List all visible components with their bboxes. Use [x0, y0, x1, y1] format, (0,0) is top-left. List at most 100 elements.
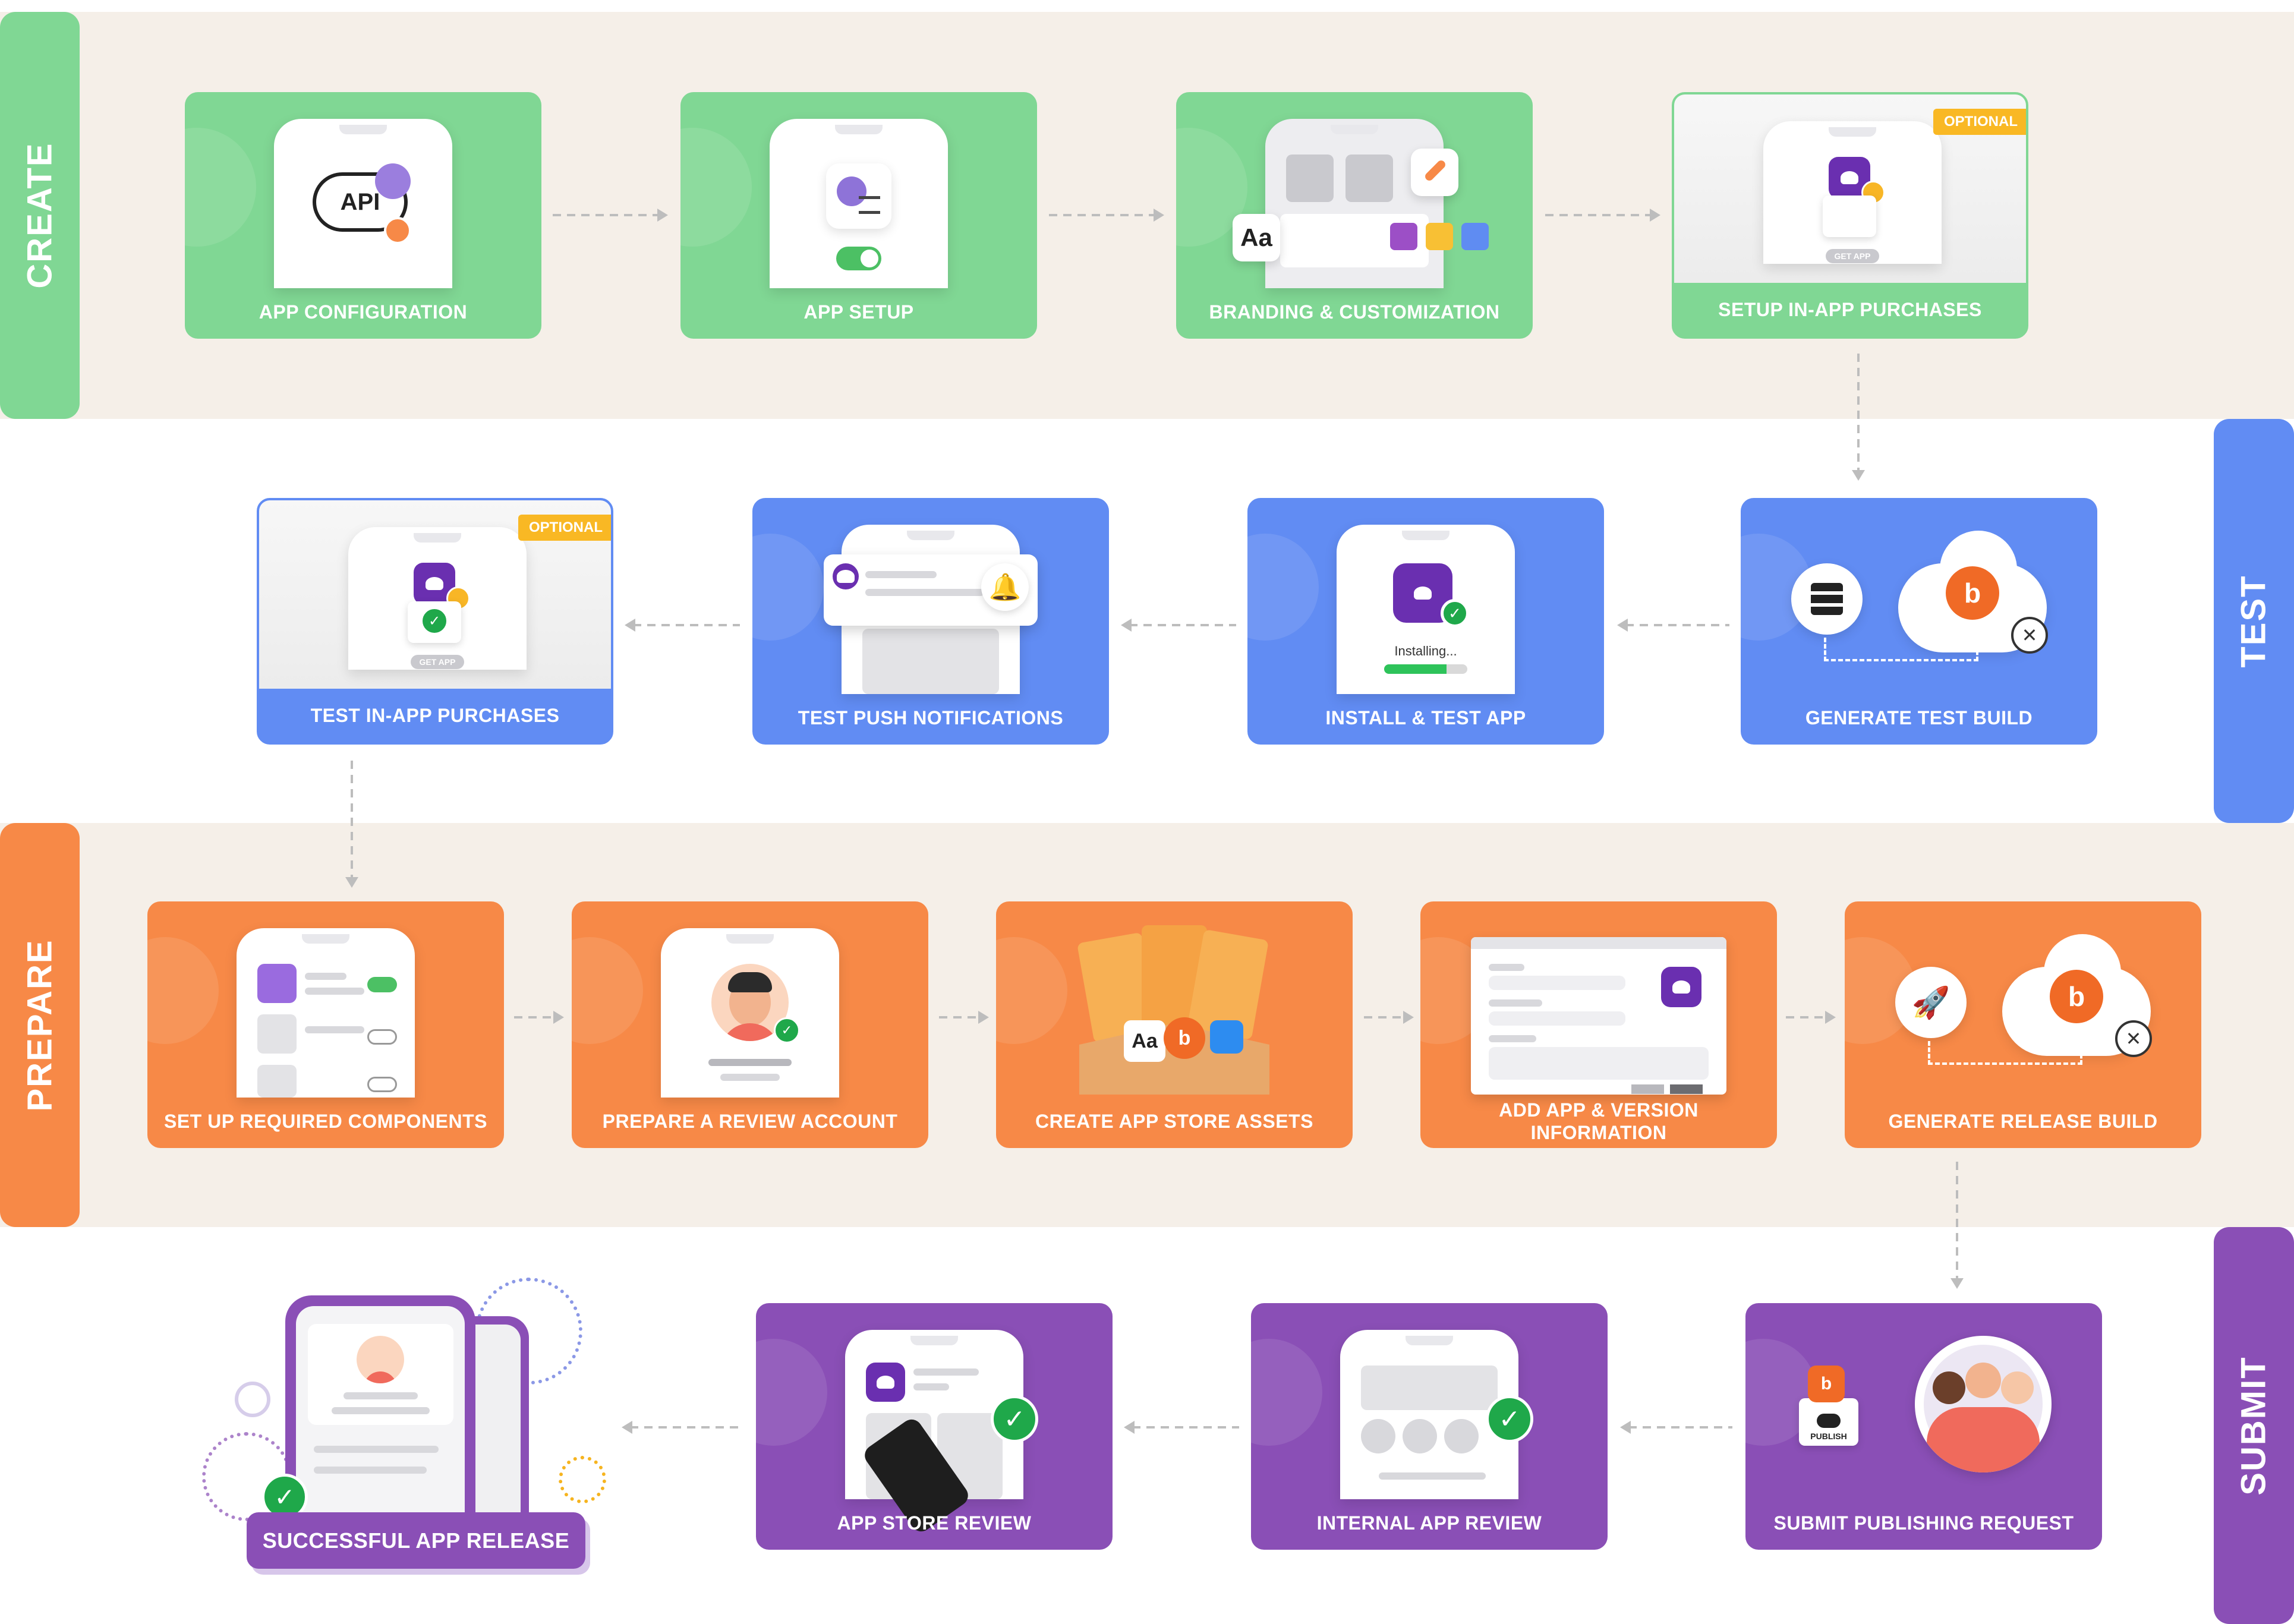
phone-mockup: [770, 119, 948, 288]
app-icon: [866, 1363, 905, 1402]
team-avatar-ring: [1915, 1336, 2052, 1472]
arrow-internal-to-store: [1124, 1421, 1239, 1434]
avatar: [357, 1336, 404, 1383]
step-submit-request[interactable]: b PUBLISH SUBMIT PUBLISHING REQUEST: [1745, 1303, 2102, 1550]
step-successful-release[interactable]: ✓ SUCCESSFUL APP RELEASE: [190, 1278, 618, 1587]
step-label: SETUP IN-APP PURCHASES: [1674, 283, 2026, 336]
step-label: APP SETUP: [803, 301, 914, 323]
component-line: [305, 973, 346, 980]
upload-cloud-icon: [1817, 1414, 1841, 1428]
brand-logo-icon: b: [1808, 1366, 1845, 1402]
step-label: INSTALL & TEST APP: [1325, 707, 1526, 729]
release-label: SUCCESSFUL APP RELEASE: [262, 1528, 570, 1553]
step-label: SUBMIT PUBLISHING REQUEST: [1773, 1512, 2074, 1534]
phone-mockup: ✓ Installing...: [1337, 525, 1515, 694]
component-line: [305, 988, 364, 995]
step-setup-iap[interactable]: OPTIONAL GET APP SETUP IN-APP PURCHASES: [1672, 92, 2028, 339]
arrow-branding-to-iap: [1545, 209, 1660, 222]
step-generate-test-build[interactable]: b ✕ GENERATE TEST BUILD: [1741, 498, 2097, 745]
team-member: [1965, 1363, 2001, 1398]
lane-tab-prepare: PREPARE: [0, 823, 80, 1227]
step-review-account[interactable]: ✓ PREPARE A REVIEW ACCOUNT: [572, 901, 928, 1148]
profile-line: [708, 1059, 792, 1066]
profile-card: [308, 1324, 453, 1425]
placeholder-circle: [1403, 1419, 1437, 1453]
step-app-configuration[interactable]: API APP CONFIGURATION: [185, 92, 541, 339]
step-app-version-info[interactable]: ADD APP & VERSION INFORMATION: [1420, 901, 1777, 1148]
lane-tab-create: CREATE: [0, 12, 80, 419]
placeholder-circle: [1361, 1419, 1395, 1453]
step-setup-components[interactable]: SET UP REQUIRED COMPONENTS: [147, 901, 504, 1148]
arrow-info-to-release-build: [1786, 1011, 1836, 1024]
publish-tile: PUBLISH: [1799, 1398, 1858, 1446]
phone-mockup: GET APP: [1763, 121, 1942, 264]
form-label: [1489, 964, 1524, 971]
notification-line: [865, 571, 937, 578]
dashed-connector: [1824, 638, 1978, 661]
magnifier-check-icon: ✓: [774, 1017, 800, 1043]
optional-badge: OPTIONAL: [518, 515, 611, 541]
step-install-test-app[interactable]: ✓ Installing... INSTALL & TEST APP: [1247, 498, 1604, 745]
card-decoration: [1247, 534, 1319, 641]
font-sample-tile: Aa: [1124, 1020, 1165, 1062]
step-store-review[interactable]: ✓ APP STORE REVIEW: [756, 1303, 1113, 1550]
puzzle-tile: [1823, 195, 1876, 237]
font-sample-tile: Aa: [1233, 214, 1280, 261]
form-field: [1489, 976, 1625, 990]
arrow-setup-to-branding: [1049, 209, 1164, 222]
step-branding[interactable]: Aa BRANDING & CUSTOMIZATION: [1176, 92, 1533, 339]
step-test-push[interactable]: 🔔 TEST PUSH NOTIFICATIONS: [752, 498, 1109, 745]
font-sample-text: Aa: [1132, 1029, 1158, 1052]
step-store-assets[interactable]: Aa b CREATE APP STORE ASSETS: [996, 901, 1353, 1148]
list-line: [314, 1446, 439, 1453]
arrow-build-to-install: [1617, 619, 1729, 632]
arrow-config-to-setup: [553, 209, 668, 222]
arrow-store-to-release: [622, 1421, 743, 1434]
lane-title-submit: SUBMIT: [2235, 1355, 2274, 1496]
profile-line: [344, 1392, 418, 1399]
step-label: APP STORE REVIEW: [837, 1512, 1032, 1534]
step-label: BRANDING & CUSTOMIZATION: [1209, 301, 1500, 323]
optional-badge: OPTIONAL: [1933, 109, 2026, 135]
notification-card: 🔔: [824, 554, 1038, 626]
arrow-install-to-push: [1121, 619, 1236, 632]
purchase-tile: ✓: [408, 601, 461, 643]
settings-tile: [826, 163, 891, 229]
profile-line: [332, 1407, 430, 1414]
rocket-icon: 🚀: [1895, 967, 1967, 1038]
step-label: CREATE APP STORE ASSETS: [1035, 1111, 1313, 1132]
arrow-submit-to-internal: [1620, 1421, 1732, 1434]
card-decoration: [185, 128, 256, 247]
component-icon: [257, 1065, 297, 1098]
server-icon: [1791, 563, 1863, 635]
step-test-iap[interactable]: OPTIONAL ✓ GET APP TEST IN-APP PURCHASES: [257, 498, 613, 745]
font-sample-text: Aa: [1240, 223, 1272, 251]
content-line: [1379, 1472, 1486, 1480]
tools-icon: ✕: [2115, 1020, 2152, 1057]
phone-mockup: ✓: [661, 928, 839, 1098]
step-internal-review[interactable]: ✓ INTERNAL APP REVIEW: [1251, 1303, 1608, 1550]
dashed-connector: [1928, 1041, 2082, 1065]
step-app-setup[interactable]: APP SETUP: [680, 92, 1037, 339]
step-label: SET UP REQUIRED COMPONENTS: [163, 1111, 488, 1132]
step-label: PREPARE A REVIEW ACCOUNT: [602, 1111, 898, 1132]
save-button: [1631, 1084, 1664, 1094]
arrow-components-to-review: [514, 1011, 564, 1024]
magnifier-check-icon: ✓: [1486, 1395, 1533, 1443]
shield-check-icon: ✓: [1441, 599, 1469, 627]
image-placeholder: [1286, 154, 1334, 202]
notification-line: [865, 589, 984, 596]
brand-logo-icon: b: [2050, 970, 2103, 1023]
image-placeholder: [1345, 154, 1393, 202]
arrow-release-build-to-submit: [1950, 1162, 1964, 1289]
card-decoration: [1251, 1339, 1322, 1446]
step-generate-release-build[interactable]: 🚀 b ✕ GENERATE RELEASE BUILD: [1845, 901, 2201, 1148]
phone-mockup: [1265, 119, 1444, 288]
phone-mockup: [237, 928, 415, 1098]
phone-mockup: ✓ GET APP: [348, 527, 527, 670]
profile-line: [720, 1074, 780, 1081]
form-field: [1489, 1011, 1625, 1026]
paintbrush-icon: [1411, 149, 1458, 196]
installing-text: Installing...: [1394, 644, 1457, 658]
content-block: [862, 629, 999, 694]
